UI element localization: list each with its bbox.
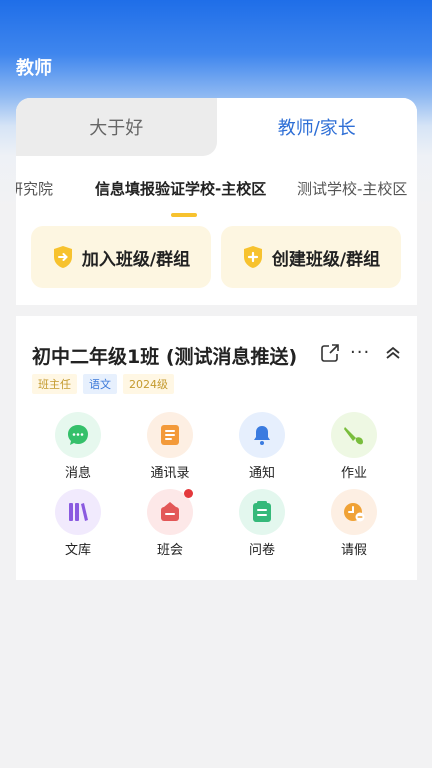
class-title[interactable]: 初中二年级1班 (测试消息推送) bbox=[32, 342, 297, 369]
meeting-badge bbox=[184, 489, 193, 498]
tag-subject: 语文 bbox=[83, 374, 117, 394]
bell-icon bbox=[239, 412, 285, 458]
feature-meeting[interactable]: 班会 bbox=[130, 489, 210, 558]
school-tab-indicator bbox=[171, 213, 197, 217]
tab-role-teacher-parent[interactable]: 教师/家长 bbox=[216, 98, 417, 156]
feature-questionnaire[interactable]: 问卷 bbox=[222, 489, 302, 558]
feature-label: 文库 bbox=[64, 543, 91, 558]
school-tabs: 研究院 信息填报验证学校-主校区 测试学校-主校区 bbox=[16, 178, 417, 208]
tag-role: 班主任 bbox=[32, 374, 77, 394]
brush-icon bbox=[331, 412, 377, 458]
feature-label: 请假 bbox=[340, 543, 367, 558]
message-icon bbox=[55, 412, 101, 458]
role-tabs: 大于好 教师/家长 bbox=[16, 98, 417, 156]
create-class-label: 创建班级/群组 bbox=[271, 249, 381, 270]
questionnaire-icon bbox=[239, 489, 285, 535]
feature-library[interactable]: 文库 bbox=[38, 489, 118, 558]
feature-label: 消息 bbox=[64, 466, 91, 481]
tab-role-other[interactable]: 大于好 bbox=[16, 98, 217, 156]
contacts-icon bbox=[147, 412, 193, 458]
leave-icon bbox=[331, 489, 377, 535]
library-icon bbox=[55, 489, 101, 535]
collapse-icon[interactable] bbox=[384, 344, 402, 362]
feature-label: 通知 bbox=[248, 466, 275, 481]
page-title: 教师 bbox=[16, 58, 52, 79]
create-class-button[interactable]: 创建班级/群组 bbox=[221, 226, 401, 288]
school-tab-test-school[interactable]: 测试学校-主校区 bbox=[297, 178, 407, 199]
feature-label: 班会 bbox=[156, 543, 183, 558]
tag-year: 2024级 bbox=[123, 374, 174, 394]
class-tags: 班主任 语文 2024级 bbox=[32, 374, 174, 394]
school-card: 大于好 教师/家长 研究院 信息填报验证学校-主校区 测试学校-主校区 加入班级… bbox=[16, 98, 417, 305]
feature-message[interactable]: 消息 bbox=[38, 412, 118, 481]
feature-label: 通讯录 bbox=[150, 466, 190, 481]
create-shield-icon bbox=[242, 245, 264, 269]
feature-notice[interactable]: 通知 bbox=[222, 412, 302, 481]
join-class-button[interactable]: 加入班级/群组 bbox=[31, 226, 211, 288]
feature-label: 作业 bbox=[340, 466, 367, 481]
join-shield-icon bbox=[52, 245, 74, 269]
more-icon[interactable]: ··· bbox=[350, 342, 370, 363]
feature-homework[interactable]: 作业 bbox=[314, 412, 394, 481]
share-icon[interactable] bbox=[320, 343, 340, 363]
meeting-icon bbox=[147, 489, 193, 535]
class-card: 初中二年级1班 (测试消息推送) ··· 班主任 语文 2024级 消息 通讯录 bbox=[16, 316, 417, 580]
school-tab-info-school[interactable]: 信息填报验证学校-主校区 bbox=[95, 178, 266, 199]
feature-leave[interactable]: 请假 bbox=[314, 489, 394, 558]
school-tab-research[interactable]: 研究院 bbox=[16, 178, 53, 199]
feature-label: 问卷 bbox=[248, 543, 275, 558]
join-class-label: 加入班级/群组 bbox=[81, 249, 191, 270]
feature-contacts[interactable]: 通讯录 bbox=[130, 412, 210, 481]
